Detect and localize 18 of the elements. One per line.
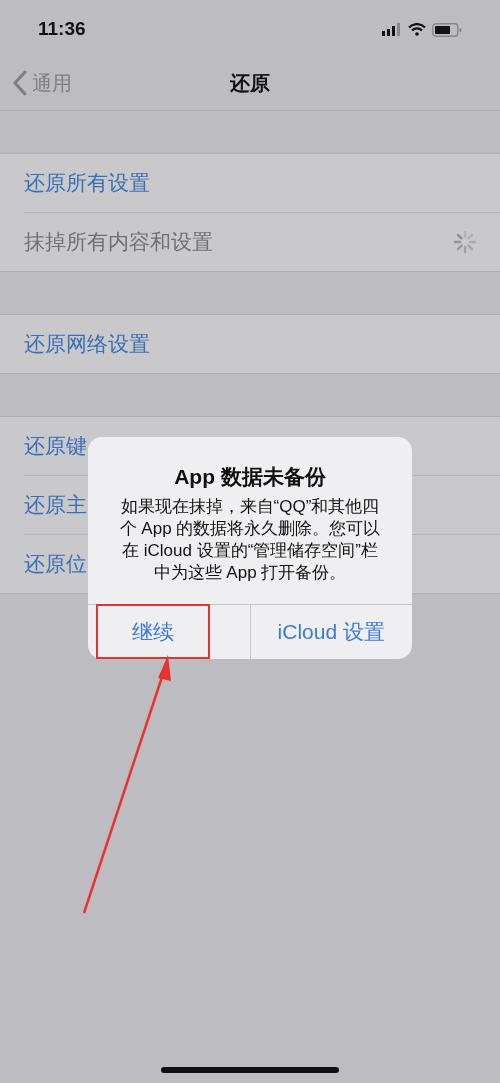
row-label: 还原键 <box>24 433 87 460</box>
row-label: 还原所有设置 <box>24 170 150 197</box>
alert-button[interactable]: 继续 <box>95 604 210 659</box>
alert-title: App 数据未备份 <box>174 464 326 490</box>
chevron-left-icon <box>12 69 28 96</box>
battery-icon <box>432 22 462 37</box>
wifi-icon <box>408 23 426 36</box>
settings-row[interactable]: 还原所有设置 <box>24 154 500 212</box>
signal-icon <box>382 23 402 36</box>
nav-title: 还原 <box>230 70 270 96</box>
back-button[interactable]: 通用 <box>12 67 72 98</box>
status-time: 11:36 <box>38 17 86 42</box>
row-label: 还原网络设置 <box>24 331 150 358</box>
settings-row[interactable]: 还原网络设置 <box>24 315 500 373</box>
alert-button[interactable]: iCloud 设置 <box>250 604 412 659</box>
spinner-icon <box>454 231 476 253</box>
alert-message: 如果现在抹掉，来自“QQ”和其他四个 App 的数据将永久删除。您可以在 iCloud 设置的“管理储存空间”栏中为这些 App 打开备份。 <box>118 495 382 584</box>
row-label: 抹掉所有内容和设置 <box>24 229 213 256</box>
